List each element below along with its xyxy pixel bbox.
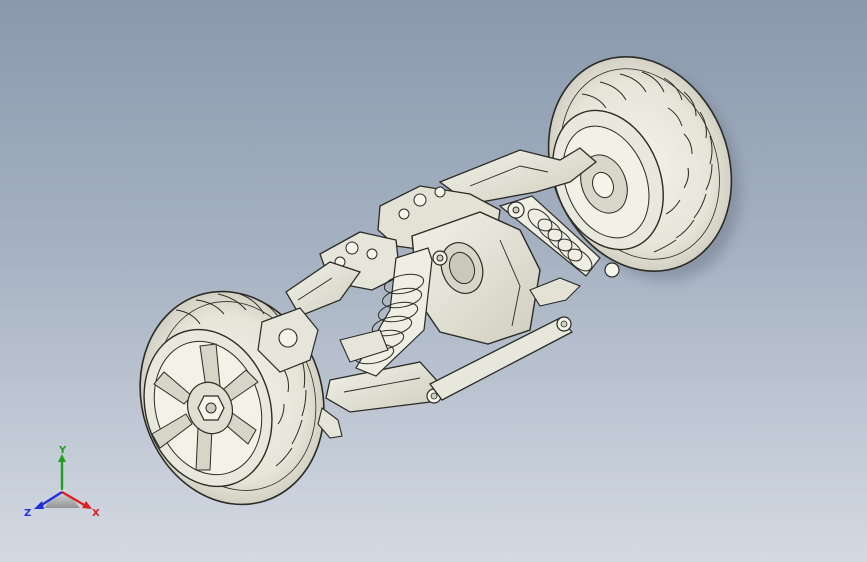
graphics-viewport[interactable]: Y X Z: [0, 0, 867, 562]
z-axis-arrow-icon: [34, 501, 44, 509]
x-axis-label: X: [92, 508, 100, 519]
suspension-assembly-model[interactable]: [0, 0, 867, 562]
z-axis-label: Z: [24, 508, 31, 519]
upper-control-arm[interactable]: [285, 261, 362, 317]
orientation-triad: Y X Z: [24, 446, 100, 519]
y-axis-label: Y: [58, 446, 67, 456]
